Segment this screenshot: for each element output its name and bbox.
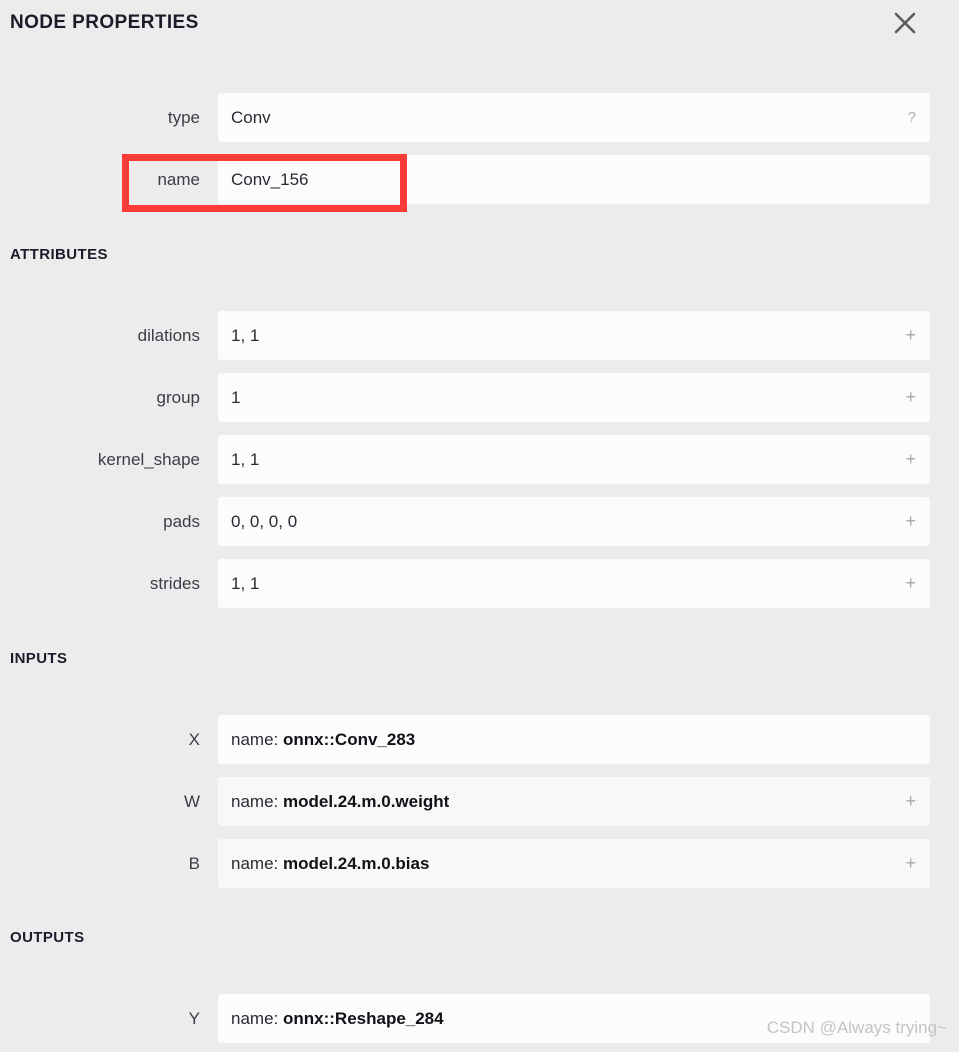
property-row-type: type Conv ?	[0, 93, 959, 142]
attribute-label: pads	[163, 512, 200, 531]
close-icon	[892, 10, 918, 36]
plus-icon[interactable]: +	[905, 559, 916, 608]
property-value-type: Conv	[231, 108, 271, 127]
attribute-field[interactable]: 1, 1 +	[218, 311, 930, 360]
property-field-name[interactable]: Conv_156	[218, 155, 930, 204]
attribute-value: 1, 1	[231, 326, 260, 345]
property-label-type: type	[167, 108, 200, 127]
output-name-value: onnx::Reshape_284	[282, 1009, 444, 1028]
close-button[interactable]	[888, 6, 922, 40]
property-field-type[interactable]: Conv ?	[218, 93, 930, 142]
output-label: Y	[188, 1009, 200, 1028]
input-name-prefix: name:	[231, 792, 283, 811]
plus-icon[interactable]: +	[905, 777, 916, 826]
panel-header: NODE PROPERTIES	[0, 0, 959, 60]
input-row: B name: model.24.m.0.bias +	[0, 839, 959, 888]
attribute-field[interactable]: 1 +	[218, 373, 930, 422]
section-heading-attributes: ATTRIBUTES	[10, 246, 108, 263]
attribute-row: strides 1, 1 +	[0, 559, 959, 608]
input-field[interactable]: name: onnx::Conv_283	[218, 715, 930, 764]
input-value: name: onnx::Conv_283	[231, 715, 415, 764]
watermark: CSDN @Always trying~	[766, 1018, 947, 1037]
input-name-value: onnx::Conv_283	[282, 730, 416, 749]
section-heading-inputs: INPUTS	[10, 650, 68, 667]
attribute-row: dilations 1, 1 +	[0, 311, 959, 360]
input-name-prefix: name:	[231, 730, 283, 749]
plus-icon[interactable]: +	[905, 839, 916, 888]
input-label: B	[188, 854, 200, 873]
page-title: NODE PROPERTIES	[10, 12, 199, 33]
input-field[interactable]: name: model.24.m.0.bias +	[218, 839, 930, 888]
property-label-name: name	[157, 170, 200, 189]
input-row: X name: onnx::Conv_283	[0, 715, 959, 764]
attribute-value: 1, 1	[231, 574, 260, 593]
help-icon[interactable]: ?	[908, 93, 916, 142]
attribute-label: group	[156, 388, 200, 407]
input-label: W	[183, 792, 200, 811]
attribute-label: kernel_shape	[97, 450, 200, 469]
input-field[interactable]: name: model.24.m.0.weight +	[218, 777, 930, 826]
attribute-row: group 1 +	[0, 373, 959, 422]
attribute-row: pads 0, 0, 0, 0 +	[0, 497, 959, 546]
plus-icon[interactable]: +	[905, 373, 916, 422]
property-row-name: name Conv_156	[0, 155, 959, 204]
plus-icon[interactable]: +	[905, 435, 916, 484]
input-row: W name: model.24.m.0.weight +	[0, 777, 959, 826]
attribute-value: 0, 0, 0, 0	[231, 512, 298, 531]
attribute-row: kernel_shape 1, 1 +	[0, 435, 959, 484]
attribute-label: strides	[149, 574, 200, 593]
output-value: name: onnx::Reshape_284	[231, 994, 444, 1043]
plus-icon[interactable]: +	[905, 311, 916, 360]
attribute-value: 1, 1	[231, 450, 260, 469]
input-label: X	[188, 730, 200, 749]
output-name-prefix: name:	[231, 1009, 283, 1028]
plus-icon[interactable]: +	[905, 497, 916, 546]
attribute-field[interactable]: 0, 0, 0, 0 +	[218, 497, 930, 546]
section-heading-outputs: OUTPUTS	[10, 929, 85, 946]
attribute-label: dilations	[137, 326, 200, 345]
attribute-value: 1	[231, 388, 241, 407]
node-properties-panel: NODE PROPERTIES type Conv ? name Conv_15…	[0, 0, 959, 1052]
attribute-field[interactable]: 1, 1 +	[218, 559, 930, 608]
input-name-value: model.24.m.0.weight	[282, 792, 450, 811]
attribute-field[interactable]: 1, 1 +	[218, 435, 930, 484]
property-value-name: Conv_156	[231, 170, 309, 189]
input-name-prefix: name:	[231, 854, 283, 873]
input-name-value: model.24.m.0.bias	[282, 854, 430, 873]
input-value: name: model.24.m.0.weight	[231, 777, 449, 826]
input-value: name: model.24.m.0.bias	[231, 839, 429, 888]
